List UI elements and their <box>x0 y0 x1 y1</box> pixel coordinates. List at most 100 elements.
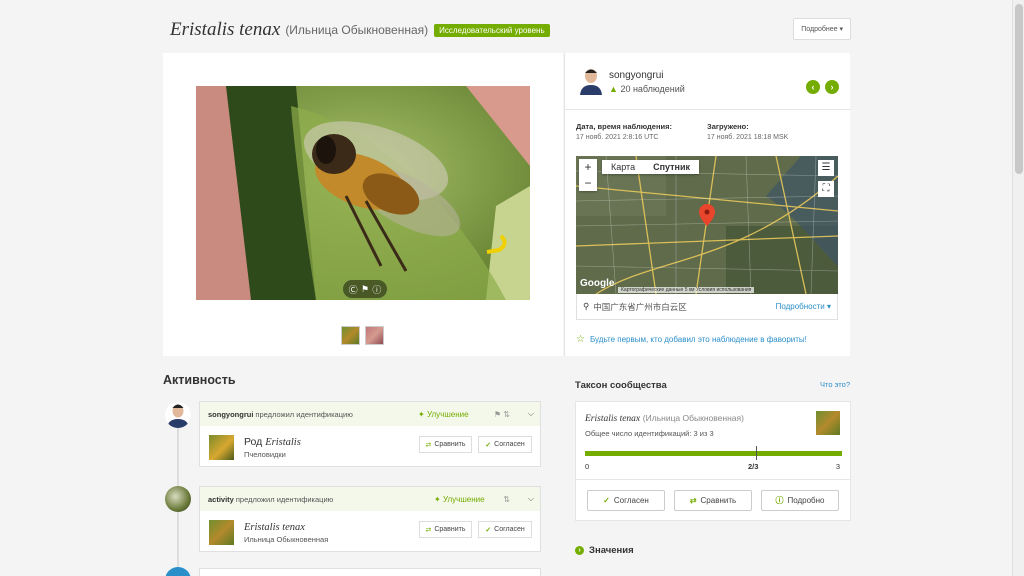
favorite-row[interactable]: ☆ Будьте первым, кто добавил это наблюде… <box>576 334 807 345</box>
observer-observation-count[interactable]: ▲ 20 наблюдений <box>609 84 685 94</box>
agree-button[interactable]: ✓ Согласен <box>478 436 532 453</box>
checkmark-icon: ✓ <box>485 441 492 449</box>
map-type-satellite[interactable]: Спутник <box>644 160 699 174</box>
compare-label: Сравнить <box>434 441 466 448</box>
location-map[interactable]: + − Карта Спутник ☰ ⛶ Google Картографич… <box>576 156 838 294</box>
zoom-in-button[interactable]: + <box>579 159 597 175</box>
previous-observation-button[interactable]: ‹ <box>806 80 820 94</box>
observation-info-panel: songyongrui ▲ 20 наблюдений ‹ › Дата, вр… <box>564 53 851 356</box>
observation-header: Eristalis tenax (Ильница Обыкновенная) И… <box>170 16 855 44</box>
values-heading[interactable]: Значения <box>589 545 634 556</box>
layers-icon[interactable]: ☰ <box>818 160 834 176</box>
binoculars-icon: ▲ <box>609 84 618 94</box>
observed-date-value: 17 нояб. 2021 2:8:16 UTC <box>576 134 659 141</box>
compare-icon: ⇄ <box>425 526 432 534</box>
fullscreen-icon[interactable]: ⛶ <box>818 181 834 197</box>
community-taxon-scientific[interactable]: Eristalis tenax <box>585 414 640 424</box>
identifier-name[interactable]: songyongrui <box>208 410 253 419</box>
location-name: 中国广东省广州市白云区 <box>593 301 687 312</box>
zoom-out-button[interactable]: − <box>579 175 597 191</box>
identification-common-name: Пчеловидки <box>244 450 286 459</box>
satellite-map-image <box>576 156 838 294</box>
quality-grade-badge: Исследовательский уровень <box>434 23 550 37</box>
location-details-link[interactable]: Подробности ▾ <box>776 302 831 311</box>
community-details-label: Подробно <box>787 496 825 505</box>
agreement-threshold-tick <box>756 446 757 460</box>
community-details-button[interactable]: ⓘ Подробно <box>761 490 839 511</box>
identification-count: Общее число идентификаций: 3 из 3 <box>585 429 714 438</box>
compare-button[interactable]: ⇄ Сравнить <box>419 521 472 538</box>
flag-tools-icon[interactable]: ⚑ ⇅ <box>494 410 510 419</box>
agree-button[interactable]: ✓ Согласен <box>478 521 532 538</box>
chevron-down-icon[interactable]: ⌵ <box>528 409 534 419</box>
agreement-bar-fill <box>585 451 842 456</box>
hoverfly-photo-image <box>196 86 530 300</box>
chevron-down-icon[interactable]: ⌵ <box>528 494 534 504</box>
checkmark-icon: ✓ <box>603 496 610 505</box>
community-compare-label: Сравнить <box>700 496 737 505</box>
community-taxon-heading: Таксон сообщества <box>575 380 667 391</box>
observer-avatar[interactable] <box>578 67 604 95</box>
favorite-text[interactable]: Будьте первым, кто добавил это наблюдени… <box>590 335 807 344</box>
flag-tools-icon[interactable]: ⇅ <box>503 495 510 504</box>
activity-avatar-3[interactable] <box>165 567 191 576</box>
community-compare-button[interactable]: ⇄ Сравнить <box>674 490 752 511</box>
map-zoom-control[interactable]: + − <box>579 159 597 191</box>
activity-avatar-2[interactable] <box>165 486 191 512</box>
info-divider <box>565 109 851 110</box>
observation-count-label[interactable]: 20 наблюдений <box>620 84 684 94</box>
identifier-name[interactable]: activity <box>208 495 234 504</box>
observer-name[interactable]: songyongrui <box>609 70 663 81</box>
taxon-thumbnail[interactable] <box>209 520 234 545</box>
identification-taxon[interactable]: Eristalis tenax <box>244 521 305 533</box>
info-icon[interactable]: ⓘ <box>372 283 381 296</box>
next-observation-button[interactable]: › <box>825 80 839 94</box>
tools-dropdown-button[interactable]: Подробнее ▾ <box>793 18 851 40</box>
map-type-control[interactable]: Карта Спутник <box>602 160 700 174</box>
photo-thumbnail-2[interactable] <box>365 326 384 345</box>
map-type-map[interactable]: Карта <box>602 160 644 174</box>
photo-license-badges[interactable]: Ⓒ ⚑ ⓘ <box>343 280 387 298</box>
taxon-panel-divider <box>576 479 850 480</box>
identification-card-1: songyongrui предложил идентификацию ✦ Ул… <box>199 401 541 467</box>
photo-thumbnails <box>341 326 384 345</box>
identification-card-2: activity предложил идентификацию ✦ Улучш… <box>199 486 541 552</box>
what-is-this-link[interactable]: Что это? <box>820 380 850 389</box>
star-icon[interactable]: ☆ <box>576 334 585 345</box>
flag-icon[interactable]: ⚑ <box>361 284 369 295</box>
compare-label: Сравнить <box>434 526 466 533</box>
identification-body: Eristalis tenax Ильница Обыкновенная ⇄ Ср… <box>200 511 540 551</box>
identification-taxon[interactable]: Род Eristalis <box>244 436 301 448</box>
observation-photo[interactable]: Ⓒ ⚑ ⓘ <box>196 86 530 300</box>
compare-button[interactable]: ⇄ Сравнить <box>419 436 472 453</box>
improving-label: Улучшение <box>442 494 485 504</box>
page-scrollbar[interactable] <box>1012 0 1024 576</box>
identification-body: Род Eristalis Пчеловидки ⇄ Сравнить ✓ Согл… <box>200 426 540 466</box>
identification-action: предложил идентификацию <box>255 409 353 419</box>
map-attribution[interactable]: Картографические данные 5 км Условия исп… <box>618 287 755 293</box>
agree-label: Согласен <box>494 441 525 448</box>
activity-heading: Активность <box>163 373 236 387</box>
taxon-common-name: (Ильница Обыкновенная) <box>285 23 429 37</box>
info-icon: ⓘ <box>775 496 784 505</box>
taxon-name[interactable]: Eristalis <box>265 437 301 448</box>
community-agree-button[interactable]: ✓ Согласен <box>587 490 665 511</box>
values-section-toggle[interactable]: › Значения <box>575 545 634 556</box>
identification-common-name: Ильница Обыкновенная <box>244 535 329 544</box>
community-taxon-thumbnail[interactable] <box>816 411 840 435</box>
photo-thumbnail-1[interactable] <box>341 326 360 345</box>
taxon-name[interactable]: Eristalis tenax <box>244 522 305 533</box>
activity-avatar-1[interactable] <box>165 402 191 428</box>
scrollbar-thumb[interactable] <box>1015 4 1023 174</box>
community-taxon-panel: Eristalis tenax (Ильница Обыкновенная) О… <box>575 401 851 521</box>
checkmark-icon: ✓ <box>485 526 492 534</box>
observed-date-label: Дата, время наблюдения: <box>576 122 672 131</box>
community-taxon-name[interactable]: Eristalis tenax (Ильница Обыкновенная) <box>585 413 744 424</box>
taxon-thumbnail[interactable] <box>209 435 234 460</box>
google-logo: Google <box>580 278 615 289</box>
identification-action: предложил идентификацию <box>235 494 334 504</box>
cc-license-icon[interactable]: Ⓒ <box>349 283 358 296</box>
taxon-scientific-name[interactable]: Eristalis tenax <box>170 19 280 41</box>
community-taxon-common: (Ильница Обыкновенная) <box>642 413 744 423</box>
agreement-threshold-label: 2/3 <box>748 462 759 471</box>
